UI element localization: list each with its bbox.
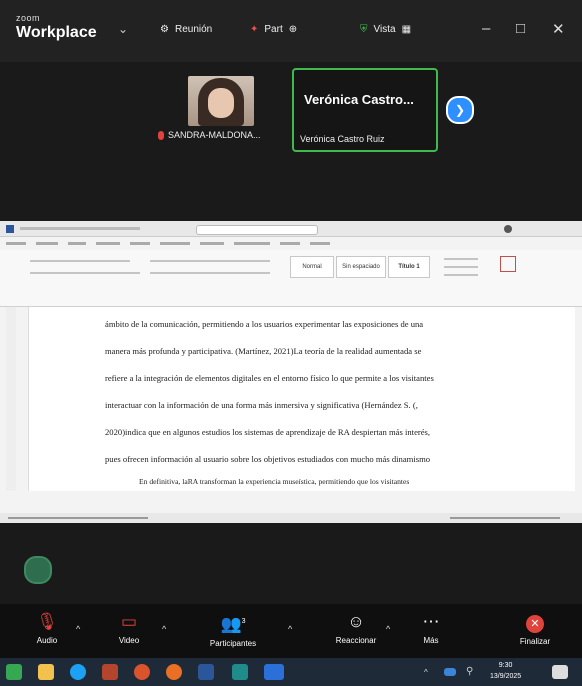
app-icon[interactable] <box>232 664 248 680</box>
word-icon[interactable] <box>198 664 214 680</box>
word-status-bar <box>0 513 582 523</box>
close-button[interactable]: ✕ <box>552 20 565 38</box>
app-icon[interactable] <box>6 664 22 680</box>
smile-icon: ☺ <box>347 612 365 631</box>
title-bar: zoom Workplace ⌄ ⚙ Reunión ✦ Part ⊕ ⛨ Vi… <box>0 0 582 62</box>
doc-line: pues ofrecen información al usuario sobr… <box>105 454 431 464</box>
doc-line: refiere a la integración de elementos di… <box>105 373 434 383</box>
word-ribbon: Normal Sin espaciado Título 1 <box>0 250 582 307</box>
brand-small: zoom <box>16 13 41 23</box>
end-meeting-button[interactable]: ✕ Finalizar <box>512 612 558 646</box>
speaker-icon[interactable]: ⚲ <box>466 666 478 678</box>
clock-time: 9:30 <box>498 662 513 669</box>
firefox-icon[interactable] <box>166 664 182 680</box>
maximize-button[interactable]: □ <box>516 20 525 37</box>
participant-display-name: Verónica Castro... <box>304 92 414 107</box>
mic-muted-icon: 🎙 <box>36 612 58 631</box>
brand-name: Workplace <box>16 24 97 41</box>
meeting-toolbar: 🎙 Audio ^ ▭ Video ^ 👥3 Participantes ^ ☺… <box>0 604 582 658</box>
style-normal[interactable]: Normal <box>290 256 334 278</box>
video-off-icon: ▭ <box>120 612 138 631</box>
part-label: Part <box>264 24 283 35</box>
folder-icon[interactable] <box>38 664 54 680</box>
reunion-label: Reunión <box>174 24 213 35</box>
style-no-spacing[interactable]: Sin espaciado <box>336 256 386 278</box>
participant-name: SANDRA-MALDONA... <box>158 130 261 140</box>
close-icon: ✕ <box>526 615 544 633</box>
video-button[interactable]: ▭ Video <box>112 612 146 645</box>
style-title1[interactable]: Título 1 <box>388 256 430 278</box>
document-page: ámbito de la comunicación, permitiendo a… <box>28 307 575 491</box>
audio-button[interactable]: 🎙 Audio <box>30 612 64 645</box>
doc-line: manera más profunda y participativa. (Ma… <box>105 346 422 356</box>
vista-label: Vista <box>373 24 396 35</box>
clock-date: 13/9/2025 <box>490 673 522 680</box>
people-icon: ✦ <box>250 24 259 35</box>
participant-name: Verónica Castro Ruiz <box>300 134 385 144</box>
reactions-options-caret[interactable]: ^ <box>386 624 390 634</box>
plus-circle-icon: ⊕ <box>288 24 298 35</box>
more-button[interactable]: ⋯ Más <box>414 612 448 645</box>
shield-icon: ⛨ <box>360 24 368 35</box>
participants-count: 3 <box>241 618 246 625</box>
word-menu-bar <box>0 237 582 261</box>
loading-icon <box>24 556 52 584</box>
notification-icon[interactable] <box>552 665 568 679</box>
doc-line: 2020)indica que en algunos estudios los … <box>105 427 431 437</box>
network-icon[interactable] <box>444 668 456 676</box>
reunion-button[interactable]: ⚙ Reunión <box>160 24 212 35</box>
vista-button[interactable]: ⛨ Vista ▦ <box>360 24 411 35</box>
word-title-bar <box>0 221 582 237</box>
chrome-icon[interactable] <box>70 664 86 680</box>
taskbar-clock[interactable]: 9:30 13/9/2025 <box>490 660 521 682</box>
minimize-button[interactable]: – <box>482 20 490 37</box>
participants-button[interactable]: 👥3 Participantes <box>198 612 268 648</box>
participants-tab[interactable]: ✦ Part ⊕ <box>250 24 297 35</box>
participant-tile[interactable]: SANDRA-MALDONA... <box>150 72 290 146</box>
shared-screen: Normal Sin espaciado Título 1 ámbito de … <box>0 221 582 523</box>
grid-icon: ▦ <box>401 24 412 35</box>
taskbar: ^ ⚲ 9:30 13/9/2025 <box>0 658 582 686</box>
chevron-right-icon: ❯ <box>454 103 466 117</box>
doc-line: ámbito de la comunicación, permitiendo a… <box>105 319 424 329</box>
participants-options-caret[interactable]: ^ <box>288 624 292 634</box>
vertical-ruler <box>6 307 16 491</box>
chevron-down-icon[interactable]: ⌄ <box>118 22 128 36</box>
audio-options-caret[interactable]: ^ <box>76 624 80 634</box>
illustrator-icon[interactable] <box>102 664 118 680</box>
zoom-icon[interactable] <box>264 664 284 680</box>
app-logo: zoom Workplace <box>16 14 97 41</box>
mic-muted-icon <box>158 130 164 140</box>
doc-line: interactuar con la información de una fo… <box>105 400 418 410</box>
chevron-up-icon[interactable]: ^ <box>424 668 434 677</box>
avatar <box>188 76 254 126</box>
reactions-button[interactable]: ☺ Reaccionar <box>326 612 386 645</box>
video-options-caret[interactable]: ^ <box>162 624 166 634</box>
active-speaker-tile[interactable]: Verónica Castro... Verónica Castro Ruiz <box>292 68 438 152</box>
app-icon[interactable] <box>134 664 150 680</box>
people-icon: 👥 <box>220 614 242 634</box>
next-page-button[interactable]: ❯ <box>446 96 474 124</box>
gear-icon: ⚙ <box>160 24 169 35</box>
doc-line: En definitiva, laRA transforman la exper… <box>139 477 410 486</box>
more-icon: ⋯ <box>422 612 440 631</box>
